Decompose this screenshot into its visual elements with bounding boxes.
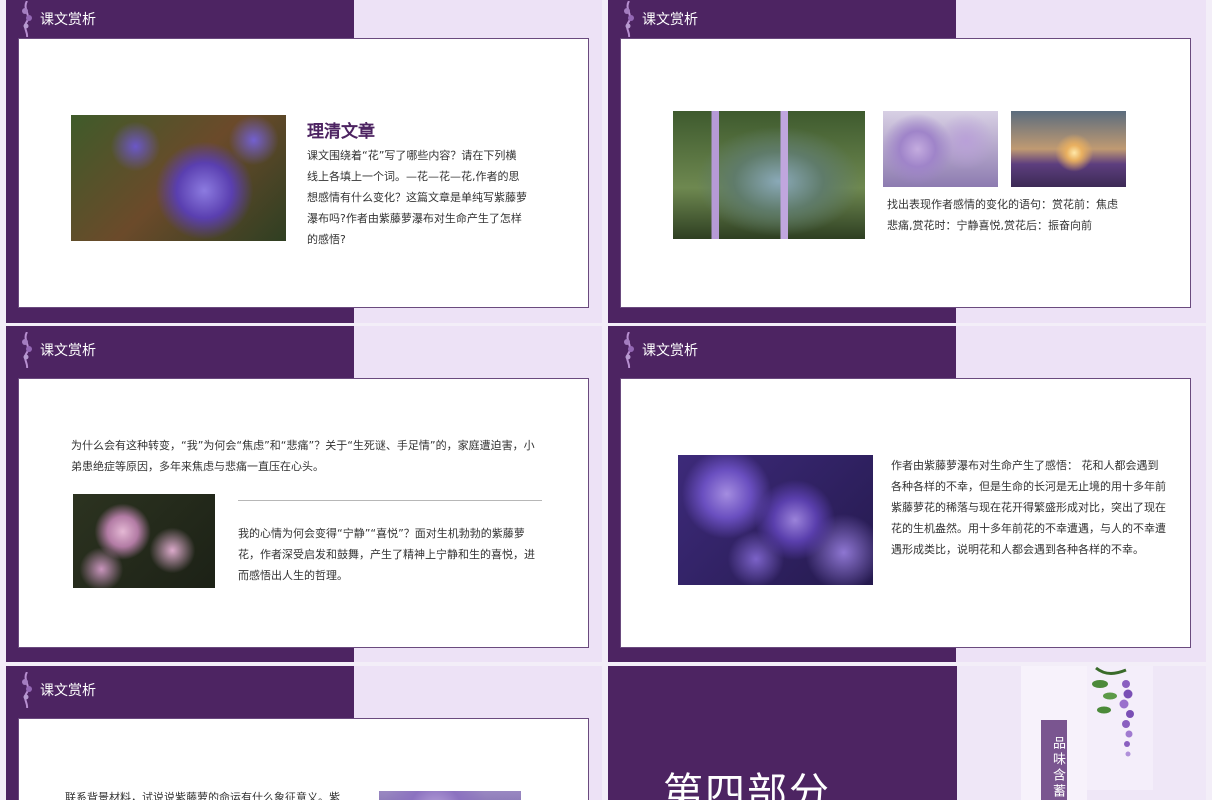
slide-header: 课文赏析 — [18, 671, 96, 709]
wisteria-cluster-photo — [883, 111, 998, 187]
content-card: 找出表现作者感情的变化的语句：赏花前：焦虑悲痛,赏花时：宁静喜悦,赏花后：振奋向… — [620, 38, 1191, 308]
wisteria-icon — [22, 1, 32, 37]
wisteria-icon — [22, 672, 32, 708]
symbolism-text: 联系背景材料，试说说紫藤萝的命运有什么象征意义。紫 — [65, 791, 340, 800]
slide-5[interactable]: 课文赏析 联系背景材料，试说说紫藤萝的命运有什么象征意义。紫 — [6, 666, 602, 800]
slide-header: 课文赏析 — [620, 331, 698, 369]
wisteria-bridge-photo — [673, 111, 865, 239]
slide-header: 课文赏析 — [18, 0, 96, 38]
lilac-photo — [678, 455, 873, 585]
slide-3[interactable]: 课文赏析 为什么会有这种转变，“我”为何会“焦虑”和“悲痛”？关于“生死谜、手足… — [6, 326, 602, 662]
content-card: 作者由紫藤萝瀑布对生命产生了感悟： 花和人都会遇到各种各样的不幸，但是生命的长河… — [620, 378, 1191, 648]
divider-line — [238, 500, 542, 501]
slide-header: 课文赏析 — [620, 0, 698, 38]
pansy-photo — [71, 115, 286, 241]
wisteria-icon — [22, 332, 32, 368]
header-label: 课文赏析 — [40, 12, 96, 28]
content-card: 理清文章 课文围绕着“花”写了哪些内容？请在下列横线上各填上一个词。—花—花—花… — [18, 38, 589, 308]
content-card: 联系背景材料，试说说紫藤萝的命运有什么象征意义。紫 — [18, 718, 589, 800]
reflection-text: 作者由紫藤萝瀑布对生命产生了感悟： 花和人都会遇到各种各样的不幸，但是生命的长河… — [891, 459, 1166, 556]
slide-1[interactable]: 课文赏析 理清文章 课文围绕着“花”写了哪些内容？请在下列横线上各填上一个词。—… — [6, 0, 602, 323]
question-text: 课文围绕着“花”写了哪些内容？请在下列横线上各填上一个词。—花—花—花,作者的思… — [307, 149, 527, 246]
slide-6[interactable]: 第四部分 品味含蓄 — [608, 666, 1206, 800]
wisteria-icon — [624, 332, 634, 368]
feeling-text: 找出表现作者感情的变化的语句：赏花前：焦虑悲痛,赏花时：宁静喜悦,赏花后：振奋向… — [887, 198, 1118, 232]
wisteria-icon — [624, 1, 634, 37]
header-label: 课文赏析 — [642, 12, 698, 28]
section-title: 理清文章 — [307, 122, 375, 142]
slide-4[interactable]: 课文赏析 作者由紫藤萝瀑布对生命产生了感悟： 花和人都会遇到各种各样的不幸，但是… — [608, 326, 1206, 662]
blossom-photo — [73, 494, 215, 588]
wisteria-vine-icon — [1092, 666, 1134, 757]
wisteria-photo — [379, 791, 521, 800]
header-label: 课文赏析 — [40, 683, 96, 699]
header-label: 课文赏析 — [40, 343, 96, 359]
insight-text: 我的心情为何会变得“宁静”“喜悦”？面对生机勃勃的紫藤萝花，作者深受启发和鼓舞，… — [238, 527, 535, 582]
content-card: 为什么会有这种转变，“我”为何会“焦虑”和“悲痛”？关于“生死谜、手足情”的，家… — [18, 378, 589, 648]
slide-header: 课文赏析 — [18, 331, 96, 369]
section-heading: 第四部分 — [663, 770, 831, 800]
lavender-sunset-photo — [1011, 111, 1126, 187]
header-label: 课文赏析 — [642, 343, 698, 359]
section-tab: 品味含蓄 — [1041, 720, 1067, 800]
reason-text: 为什么会有这种转变，“我”为何会“焦虑”和“悲痛”？关于“生死谜、手足情”的，家… — [71, 439, 535, 473]
slide-2[interactable]: 课文赏析 找出表现作者感情的变化的语句：赏花前：焦虑悲痛,赏花时：宁静喜悦,赏花… — [608, 0, 1206, 323]
